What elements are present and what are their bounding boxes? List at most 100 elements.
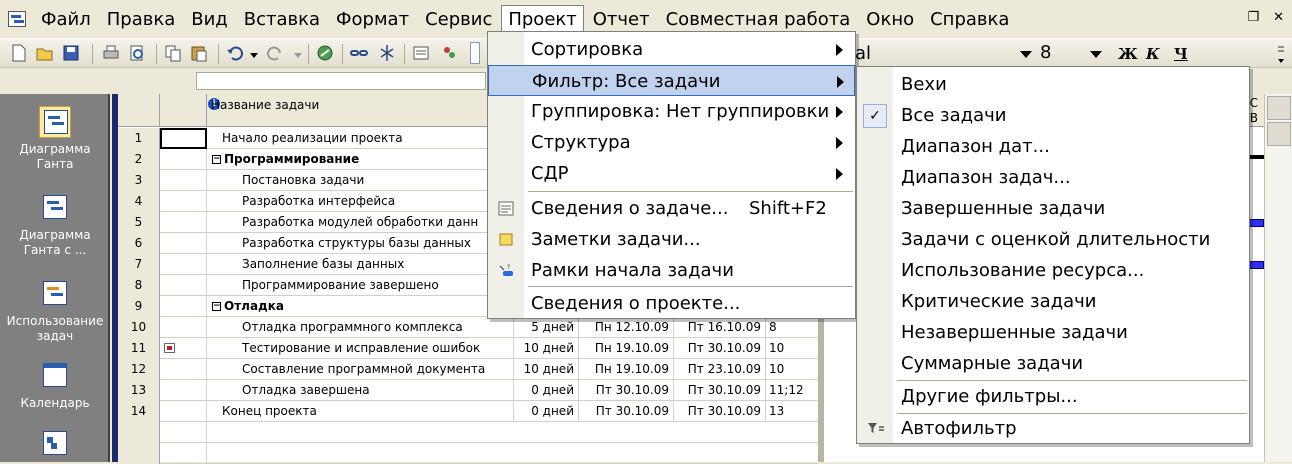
- menu-item-project-information[interactable]: Сведения о проекте...: [488, 288, 855, 319]
- indicator-cell[interactable]: [160, 401, 207, 422]
- assign-resources-icon[interactable]: [440, 44, 458, 62]
- task-name-cell[interactable]: Составление программной документа: [242, 359, 513, 380]
- filter-incomplete-tasks[interactable]: Незавершенные задачи: [857, 317, 1249, 348]
- duration-cell[interactable]: 0 дней: [513, 401, 578, 422]
- task-name-cell[interactable]: Программирование завершено: [242, 275, 513, 296]
- entry-field[interactable]: [196, 72, 486, 90]
- menu-report[interactable]: Отчет: [586, 5, 657, 34]
- task-name-cell[interactable]: Начало реализации проекта: [222, 128, 513, 149]
- collapse-icon[interactable]: −: [212, 155, 221, 164]
- predecessors-cell[interactable]: 8: [765, 317, 818, 338]
- row-number[interactable]: 2: [118, 149, 160, 170]
- menu-file[interactable]: Файл: [34, 5, 98, 34]
- close-window-icon[interactable]: ✕: [1273, 10, 1284, 25]
- start-cell[interactable]: Пт 30.10.09: [578, 401, 673, 422]
- view-calendar[interactable]: Календарь: [0, 360, 110, 411]
- task-name-cell[interactable]: Тестирование и исправление ошибок: [242, 338, 513, 359]
- open-folder-icon[interactable]: [36, 44, 54, 62]
- predecessors-cell[interactable]: 11;12: [765, 380, 818, 401]
- task-name-cell[interactable]: Разработка модулей обработки данн: [242, 212, 513, 233]
- undo-dropdown-icon[interactable]: [250, 53, 258, 58]
- row-number[interactable]: 14: [118, 401, 160, 422]
- duration-cell[interactable]: 0 дней: [513, 380, 578, 401]
- filter-summary-tasks[interactable]: Суммарные задачи: [857, 348, 1249, 379]
- row-number[interactable]: 7: [118, 254, 160, 275]
- indicator-cell[interactable]: [160, 212, 207, 233]
- filter-critical-tasks[interactable]: Критические задачи: [857, 286, 1249, 317]
- filter-all-tasks[interactable]: ✓ Все задачи: [857, 100, 1249, 131]
- menu-window[interactable]: Окно: [859, 5, 921, 34]
- row-number[interactable]: [118, 422, 160, 443]
- menu-format[interactable]: Формат: [329, 5, 416, 34]
- font-name-value[interactable]: al: [855, 43, 871, 64]
- duration-cell[interactable]: 10 дней: [513, 338, 578, 359]
- font-size-dropdown-icon[interactable]: [1090, 51, 1102, 58]
- menu-item-wbs[interactable]: СДР: [488, 158, 855, 189]
- menu-edit[interactable]: Правка: [100, 5, 183, 34]
- row-number[interactable]: 11: [118, 338, 160, 359]
- filter-task-range[interactable]: Диапазон задач...: [857, 162, 1249, 193]
- row-number[interactable]: 10: [118, 317, 160, 338]
- scroll-thumb[interactable]: [1267, 122, 1291, 146]
- duration-cell[interactable]: 5 дней: [513, 317, 578, 338]
- start-cell[interactable]: Пн 12.10.09: [578, 317, 673, 338]
- row-number[interactable]: 13: [118, 380, 160, 401]
- row-number[interactable]: 3: [118, 170, 160, 191]
- menu-tools[interactable]: Сервис: [418, 5, 499, 34]
- row-number[interactable]: 8: [118, 275, 160, 296]
- menu-item-sort[interactable]: Сортировка: [488, 34, 855, 65]
- task-information-icon[interactable]: [412, 44, 430, 62]
- row-number[interactable]: [118, 443, 160, 464]
- font-name-dropdown-icon[interactable]: [1020, 51, 1032, 58]
- font-size-combo[interactable]: 8: [1036, 42, 1086, 64]
- view-gantt-chart[interactable]: Диаграмма Ганта: [0, 106, 110, 172]
- indicator-cell[interactable]: [160, 317, 207, 338]
- bold-button[interactable]: Ж: [1118, 45, 1138, 63]
- menu-help[interactable]: Справка: [923, 5, 1016, 34]
- table-row[interactable]: 14 Конец проекта 0 дней Пт 30.10.09 Пт 30.10…: [118, 401, 818, 422]
- view-network-diagram[interactable]: [0, 428, 110, 464]
- finish-cell[interactable]: Пт 16.10.09: [673, 317, 765, 338]
- indicator-cell[interactable]: [160, 422, 207, 443]
- task-name-cell[interactable]: Разработка интерфейса: [242, 191, 513, 212]
- filter-estimated-durations[interactable]: Задачи с оценкой длительности: [857, 224, 1249, 255]
- menu-collaborate[interactable]: Совместная работа: [659, 5, 858, 34]
- row-number[interactable]: 1: [118, 128, 160, 149]
- selected-cell[interactable]: [160, 128, 207, 149]
- new-file-icon[interactable]: [10, 44, 28, 62]
- print-icon[interactable]: [102, 44, 120, 62]
- row-number[interactable]: 6: [118, 233, 160, 254]
- indicator-cell[interactable]: [160, 296, 207, 317]
- calendar-indicator-icon[interactable]: [164, 343, 175, 353]
- filter-date-range[interactable]: Диапазон дат...: [857, 131, 1249, 162]
- finish-cell[interactable]: Пт 23.10.09: [673, 359, 765, 380]
- copy-icon[interactable]: [164, 44, 182, 62]
- scroll-up-button[interactable]: [1267, 96, 1291, 120]
- duration-cell[interactable]: 10 дней: [513, 359, 578, 380]
- menu-view[interactable]: Вид: [184, 5, 235, 34]
- filter-milestones[interactable]: Вехи: [857, 69, 1249, 100]
- menu-item-filter[interactable]: Фильтр: Все задачи: [488, 65, 855, 96]
- start-cell[interactable]: Пн 19.10.09: [578, 359, 673, 380]
- indicator-cell[interactable]: [160, 170, 207, 191]
- empty-row[interactable]: [118, 422, 818, 443]
- table-row[interactable]: 12 Составление программной документа 10 дн…: [118, 359, 818, 380]
- table-row[interactable]: 10 Отладка программного комплекса 5 дней Пн…: [118, 317, 818, 338]
- menu-item-outline[interactable]: Структура: [488, 127, 855, 158]
- predecessors-cell[interactable]: 13: [765, 401, 818, 422]
- task-name-cell[interactable]: − Отладка: [212, 296, 513, 317]
- select-all-cell[interactable]: [118, 94, 160, 127]
- font-name-combo[interactable]: [470, 42, 480, 64]
- menu-insert[interactable]: Вставка: [237, 5, 327, 34]
- indicator-cell[interactable]: [160, 275, 207, 296]
- menu-item-task-drivers[interactable]: ? Рамки начала задачи: [488, 255, 855, 286]
- collapse-icon[interactable]: −: [212, 302, 221, 311]
- indicator-cell[interactable]: [160, 191, 207, 212]
- menu-item-group[interactable]: Группировка: Нет группировки: [488, 96, 855, 127]
- toolbar-options-icon[interactable]: [1276, 43, 1286, 67]
- save-icon[interactable]: [62, 44, 80, 62]
- redo-icon[interactable]: [266, 44, 284, 62]
- finish-cell[interactable]: Пт 30.10.09: [673, 380, 765, 401]
- predecessors-cell[interactable]: 10: [765, 359, 818, 380]
- task-name-cell[interactable]: Отладка программного комплекса: [242, 317, 513, 338]
